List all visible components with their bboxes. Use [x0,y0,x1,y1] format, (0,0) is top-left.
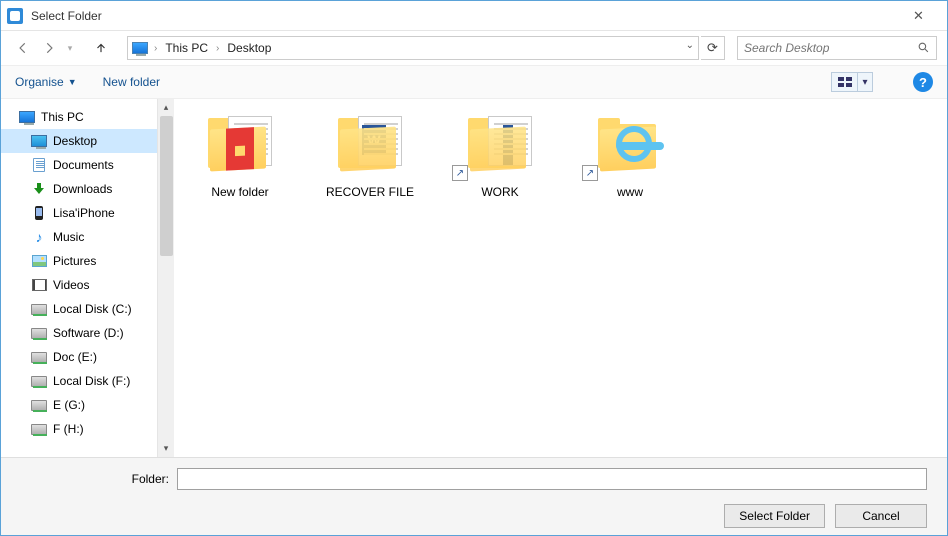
tree-label: Downloads [53,182,112,196]
file-pane[interactable]: New folder W RECOVER FILE ↗ WORK ↗ www [174,99,947,457]
forward-button[interactable] [37,36,61,60]
tree-music[interactable]: ♪ Music [1,225,157,249]
toolbar: Organise ▼ New folder ▾ ? [1,65,947,99]
tree-scrollbar[interactable]: ▴ ▾ [157,99,174,457]
up-button[interactable] [89,36,113,60]
crumb-this-pc[interactable]: This PC [161,40,212,56]
tree-disk-g[interactable]: E (G:) [1,393,157,417]
item-label: RECOVER FILE [320,185,420,199]
tree-desktop[interactable]: Desktop [1,129,157,153]
new-folder-label: New folder [103,75,160,89]
scroll-thumb[interactable] [160,116,173,256]
footer: Folder: Select Folder Cancel [1,457,947,535]
item-label: www [580,185,680,199]
nav-tree: This PC Desktop Documents Downloads Lisa… [1,99,157,457]
tree-disk-e[interactable]: Doc (E:) [1,345,157,369]
documents-icon [33,158,45,172]
folder-field-label: Folder: [21,472,169,486]
item-new-folder[interactable]: New folder [190,109,290,199]
tree-disk-f[interactable]: Local Disk (F:) [1,369,157,393]
crumb-desktop[interactable]: Desktop [223,40,275,56]
videos-icon [32,279,47,291]
address-bar[interactable]: › This PC › Desktop ⌄ [127,36,699,60]
app-icon [7,8,23,24]
tree-label: This PC [41,110,84,124]
shortcut-icon: ↗ [452,165,468,181]
tree-pictures[interactable]: Pictures [1,249,157,273]
help-button[interactable]: ? [913,72,933,92]
tree-label: Documents [53,158,114,172]
search-input[interactable] [744,41,930,55]
tree-label: Local Disk (C:) [53,302,132,316]
tree-label: Lisa'iPhone [53,206,115,220]
item-label: WORK [450,185,550,199]
recent-locations[interactable]: ▾ [63,36,77,60]
desktop-icon [31,135,47,147]
new-folder-button[interactable]: New folder [103,75,160,89]
search-box[interactable] [737,36,937,60]
cancel-button[interactable]: Cancel [835,504,927,528]
disk-icon [31,328,47,339]
shortcut-icon: ↗ [582,165,598,181]
disk-icon [31,376,47,387]
scroll-up-icon[interactable]: ▴ [158,99,174,116]
downloads-icon [32,182,46,196]
disk-icon [31,352,47,363]
chevron-right-icon: › [214,43,221,54]
tree-label: Pictures [53,254,96,268]
titlebar: Select Folder ✕ [1,1,947,31]
tree-label: Software (D:) [53,326,124,340]
organise-menu[interactable]: Organise ▼ [15,75,77,89]
tree-label: Music [53,230,84,244]
organise-label: Organise [15,75,64,89]
search-icon [917,41,930,57]
view-mode-button[interactable] [831,72,857,92]
address-dropdown[interactable]: ⌄ [686,40,694,51]
tree-label: F (H:) [53,422,84,436]
folder-input[interactable] [177,468,927,490]
tree-this-pc[interactable]: This PC [1,105,157,129]
view-mode-dropdown[interactable]: ▾ [857,72,873,92]
window-title: Select Folder [31,9,102,23]
nav-row: ▾ › This PC › Desktop ⌄ ⟳ [1,31,947,65]
select-folder-button[interactable]: Select Folder [724,504,825,528]
pc-icon [132,42,148,54]
close-button[interactable]: ✕ [896,1,941,31]
tree-downloads[interactable]: Downloads [1,177,157,201]
scroll-down-icon[interactable]: ▾ [158,440,174,457]
disk-icon [31,304,47,315]
tree-label: Doc (E:) [53,350,97,364]
item-www[interactable]: ↗ www [580,109,680,199]
item-work[interactable]: ↗ WORK [450,109,550,199]
chevron-right-icon: › [152,43,159,54]
tree-videos[interactable]: Videos [1,273,157,297]
tree-disk-h[interactable]: F (H:) [1,417,157,441]
item-label: New folder [190,185,290,199]
tree-label: Videos [53,278,89,292]
phone-icon [35,206,43,220]
refresh-button[interactable]: ⟳ [701,36,725,60]
tree-label: Desktop [53,134,97,148]
pc-icon [19,111,35,123]
chevron-down-icon: ▼ [68,77,77,87]
tree-label: Local Disk (F:) [53,374,130,388]
pictures-icon [32,255,47,267]
tree-documents[interactable]: Documents [1,153,157,177]
tree-phone[interactable]: Lisa'iPhone [1,201,157,225]
item-recover-file[interactable]: W RECOVER FILE [320,109,420,199]
back-button[interactable] [11,36,35,60]
disk-icon [31,400,47,411]
music-icon: ♪ [31,229,47,245]
tree-disk-d[interactable]: Software (D:) [1,321,157,345]
tree-label: E (G:) [53,398,85,412]
tree-disk-c[interactable]: Local Disk (C:) [1,297,157,321]
disk-icon [31,424,47,435]
